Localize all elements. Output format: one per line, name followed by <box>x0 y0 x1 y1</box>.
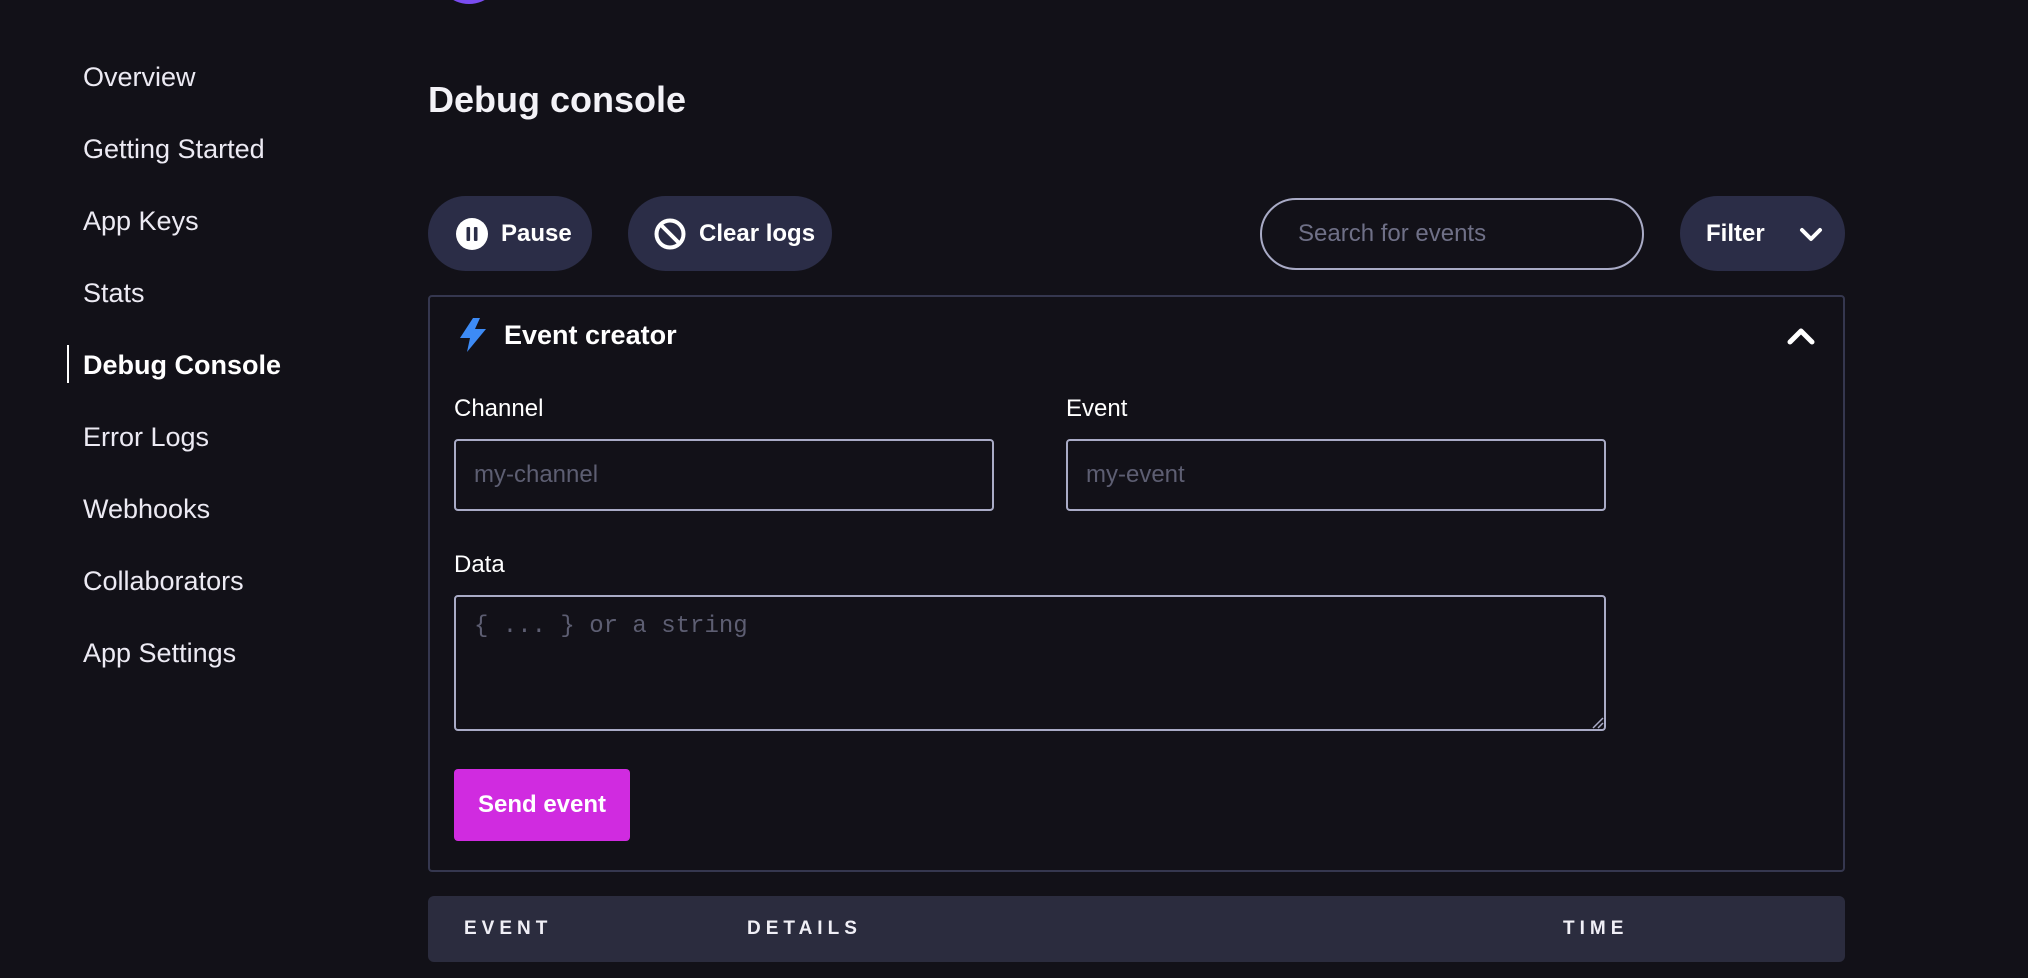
sidebar-item-getting-started[interactable]: Getting Started <box>83 131 265 167</box>
app-page: Overview Getting Started App Keys Stats … <box>0 0 2028 978</box>
channel-field[interactable] <box>454 439 994 511</box>
sidebar: Overview Getting Started App Keys Stats … <box>0 0 380 978</box>
sidebar-item-app-settings[interactable]: App Settings <box>83 635 236 671</box>
pause-icon <box>455 217 489 251</box>
sidebar-active-indicator <box>67 345 69 383</box>
data-textarea[interactable] <box>454 595 1606 731</box>
channel-label: Channel <box>454 395 544 422</box>
sidebar-item-overview[interactable]: Overview <box>83 59 196 95</box>
collapse-button[interactable] <box>1784 322 1818 350</box>
event-label: Event <box>1066 395 1128 422</box>
events-table-header: EVENT DETAILS TIME <box>428 896 1845 962</box>
pause-button[interactable]: Pause <box>428 196 592 271</box>
filter-button[interactable]: Filter <box>1680 196 1845 271</box>
avatar[interactable] <box>436 0 502 4</box>
event-creator-title: Event creator <box>504 319 677 350</box>
event-creator-header[interactable]: Event creator <box>456 317 677 353</box>
send-event-button[interactable]: Send event <box>454 769 630 841</box>
search-input[interactable] <box>1260 198 1644 270</box>
column-header-details[interactable]: DETAILS <box>747 918 862 940</box>
resize-handle-icon[interactable] <box>1592 716 1604 729</box>
sidebar-item-collaborators[interactable]: Collaborators <box>83 563 244 599</box>
sidebar-item-webhooks[interactable]: Webhooks <box>83 491 210 527</box>
sidebar-item-app-keys[interactable]: App Keys <box>83 203 199 239</box>
event-field[interactable] <box>1066 439 1606 511</box>
chevron-up-icon <box>1786 325 1816 347</box>
clear-logs-button[interactable]: Clear logs <box>628 196 832 271</box>
pause-button-label: Pause <box>501 219 572 247</box>
column-header-time[interactable]: TIME <box>1563 918 1628 940</box>
bolt-icon <box>456 317 490 353</box>
page-title: Debug console <box>428 79 687 120</box>
data-label: Data <box>454 551 505 578</box>
clear-logs-button-label: Clear logs <box>699 219 816 247</box>
sidebar-item-error-logs[interactable]: Error Logs <box>83 419 209 455</box>
sidebar-item-stats[interactable]: Stats <box>83 275 145 311</box>
filter-button-label: Filter <box>1706 219 1765 247</box>
event-creator-panel: Event creator Channel Event Data Send ev… <box>428 295 1845 872</box>
block-icon <box>653 217 687 251</box>
column-header-event[interactable]: EVENT <box>464 918 552 940</box>
sidebar-item-debug-console[interactable]: Debug Console <box>83 347 281 383</box>
chevron-down-icon <box>1799 222 1823 246</box>
